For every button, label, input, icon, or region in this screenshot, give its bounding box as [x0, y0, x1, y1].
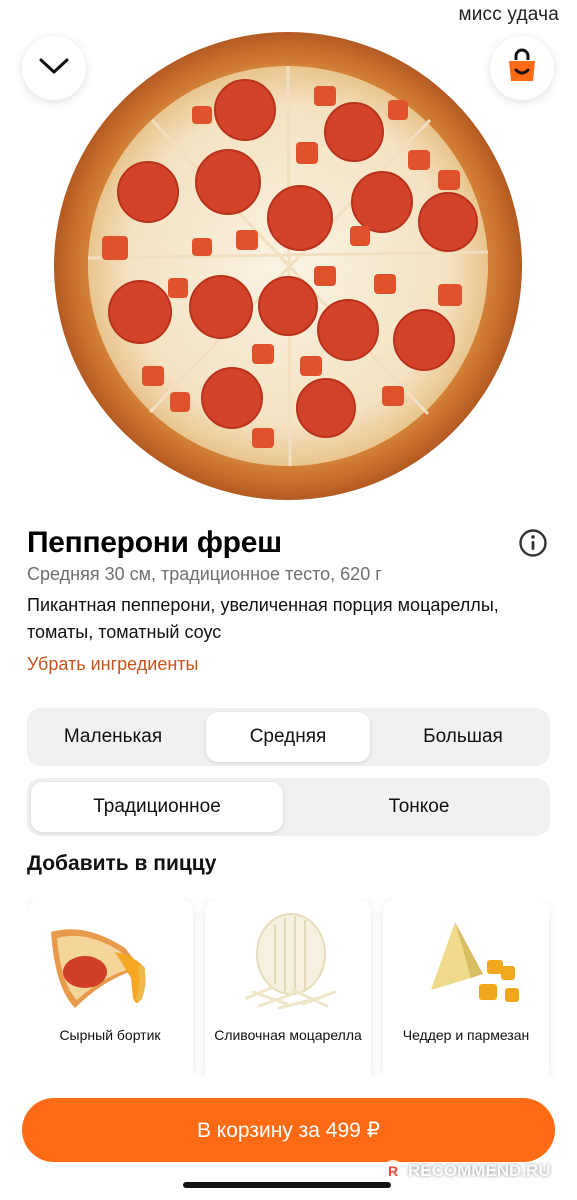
addon-card-cheddar-parmesan[interactable]: Чеддер и пармезан: [383, 898, 549, 1078]
cheddar-parmesan-image: [401, 908, 531, 1023]
add-to-cart-button[interactable]: В корзину за 499 ₽: [22, 1098, 555, 1162]
size-option-small[interactable]: Маленькая: [31, 712, 195, 762]
info-button[interactable]: [518, 528, 548, 558]
size-option-large[interactable]: Большая: [381, 712, 545, 762]
chevron-down-icon: [38, 56, 70, 81]
mozzarella-image: [223, 908, 353, 1023]
product-title: Пепперони фреш: [27, 526, 282, 559]
cart-button[interactable]: [490, 36, 554, 100]
size-selector: Маленькая Средняя Большая: [27, 708, 550, 766]
remove-ingredients-link[interactable]: Убрать ингредиенты: [27, 654, 198, 675]
addons-title: Добавить в пиццу: [27, 852, 217, 875]
addons-list: Сырный бортик Сливочная моцарелла Чеддер…: [27, 898, 567, 1078]
addon-label: Сырный бортик: [59, 1027, 161, 1043]
size-option-medium[interactable]: Средняя: [206, 712, 370, 762]
collapse-button[interactable]: [22, 36, 86, 100]
user-watermark: мисс удача: [458, 4, 559, 25]
pizza-image: [52, 30, 524, 502]
info-icon: [518, 529, 548, 562]
dough-option-thin[interactable]: Тонкое: [293, 782, 545, 832]
home-indicator[interactable]: [183, 1182, 391, 1188]
product-screen: мисс удача Пепперони фреш Средняя 30 см,: [0, 0, 577, 1200]
shopping-bag-icon: [505, 48, 539, 89]
dough-option-traditional[interactable]: Традиционное: [31, 782, 283, 832]
recommend-watermark: R RECOMMEND.RU: [382, 1158, 551, 1184]
cheese-crust-image: [45, 908, 175, 1023]
addon-card-mozzarella[interactable]: Сливочная моцарелла: [205, 898, 371, 1078]
dough-selector: Традиционное Тонкое: [27, 778, 550, 836]
product-subtitle: Средняя 30 см, традиционное тесто, 620 г: [27, 564, 382, 584]
addon-label: Сливочная моцарелла: [214, 1027, 362, 1043]
recommend-watermark-text: RECOMMEND.RU: [408, 1161, 551, 1180]
addon-card-cheese-crust[interactable]: Сырный бортик: [27, 898, 193, 1078]
recommend-logo-icon: R: [382, 1160, 404, 1182]
product-description: Пикантная пепперони, увеличенная порция …: [27, 595, 499, 642]
addon-label: Чеддер и пармезан: [402, 1027, 530, 1043]
